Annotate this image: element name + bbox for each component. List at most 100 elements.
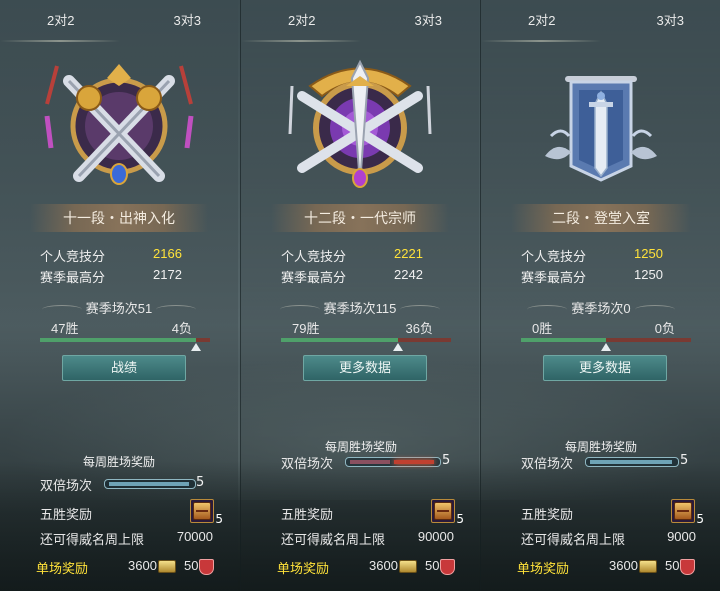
five-win-label: 五胜奖励	[281, 507, 334, 522]
best-score-value: 2242	[394, 267, 423, 282]
score-value: 2221	[394, 246, 423, 261]
double-games-glow	[394, 460, 434, 464]
season-games-label: 赛季场次115	[323, 301, 397, 316]
win-bar-fill	[40, 338, 197, 342]
rank-panel-2: 2对2 3对3 十二段・一代宗师 个人竞技分 2221 赛季最高分 2242 赛…	[240, 0, 479, 591]
rank-title: 十一段・出神入化	[30, 204, 208, 232]
ornament-right	[400, 305, 441, 314]
shield-amount: 50	[184, 558, 199, 573]
tab-3v3[interactable]: 3对3	[174, 10, 201, 29]
season-games-label: 赛季场次0	[571, 301, 631, 316]
win-loss-bar	[521, 338, 691, 342]
five-win-reward-icon[interactable]: 5	[190, 499, 223, 526]
five-win-count: 5	[456, 512, 464, 526]
five-win-row: 五胜奖励	[521, 504, 696, 524]
single-reward-shield: 50	[665, 558, 696, 575]
chest-icon	[193, 502, 211, 520]
shield-amount: 50	[425, 558, 440, 573]
more-data-button[interactable]: 更多数据	[303, 355, 427, 381]
single-reward-label: 单场奖励	[517, 561, 570, 576]
single-reward-coin: 3600	[609, 558, 657, 574]
grandmaster-sword-emblem-icon	[288, 59, 432, 188]
win-bar-fill	[521, 338, 606, 342]
mode-tabs: 2对2 3对3	[481, 0, 720, 44]
best-score-value: 1250	[634, 267, 663, 282]
five-win-label: 五胜奖励	[40, 507, 93, 522]
score-value: 2166	[153, 246, 182, 261]
single-reward-coin: 3600	[128, 558, 176, 574]
single-reward-label: 单场奖励	[277, 561, 330, 576]
five-win-reward-icon[interactable]: 5	[431, 499, 464, 526]
single-reward-coin: 3600	[369, 558, 417, 574]
season-games: 赛季场次0	[481, 298, 720, 317]
single-reward-label: 单场奖励	[36, 561, 89, 576]
more-data-button[interactable]: 更多数据	[543, 355, 667, 381]
coin-amount: 3600	[609, 558, 638, 573]
banner-sword-emblem-icon	[545, 76, 657, 182]
double-games-fill	[590, 460, 672, 464]
five-win-count: 5	[696, 512, 704, 526]
single-reward-shield: 50	[184, 558, 215, 575]
coin-icon	[157, 560, 176, 574]
rank-panel-3: 2对2 3对3 二段・登堂入室 个人竞技分 1250 赛季最高分 1250 赛季…	[480, 0, 720, 591]
wins-count: 79胜	[292, 321, 320, 336]
single-reward-shield: 50	[425, 558, 456, 575]
tab-3v3[interactable]: 3对3	[415, 10, 442, 29]
losses-count: 4负	[171, 321, 192, 336]
weekly-cap-label: 还可得威名周上限	[521, 532, 626, 547]
rank-title: 十二段・一代宗师	[271, 204, 449, 232]
win-bar-fill	[281, 338, 398, 342]
season-games-label: 赛季场次51	[85, 301, 153, 316]
weekly-cap-value: 9000	[667, 529, 696, 544]
ornament-left	[279, 305, 320, 314]
shield-icon	[440, 558, 456, 575]
ornament-left	[41, 305, 82, 314]
best-score-label: 赛季最高分	[281, 270, 347, 285]
double-games-bar	[345, 457, 441, 467]
weekly-cap-label: 还可得威名周上限	[40, 532, 145, 547]
score-value: 1250	[634, 246, 663, 261]
crossed-swords-emblem-icon	[44, 64, 194, 185]
ornament-left	[527, 305, 568, 314]
double-games-count: 5	[442, 453, 451, 468]
coin-icon	[398, 560, 417, 574]
double-games-label: 双倍场次	[281, 456, 334, 471]
double-games-count: 5	[196, 475, 205, 490]
score-label: 个人竞技分	[521, 249, 587, 264]
tab-2v2[interactable]: 2对2	[47, 10, 74, 29]
losses-count: 0负	[654, 321, 675, 336]
double-games-bar	[585, 457, 679, 467]
ornament-right	[634, 305, 675, 314]
coin-amount: 3600	[128, 558, 157, 573]
double-games-bar	[104, 479, 196, 489]
weekly-cap-row: 还可得威名周上限 90000	[281, 529, 454, 549]
tab-2v2[interactable]: 2对2	[288, 10, 315, 29]
weekly-cap-row: 还可得威名周上限 9000	[521, 529, 696, 549]
win-ratio-marker	[191, 343, 202, 351]
active-tab-indicator	[0, 40, 120, 42]
score-label: 个人竞技分	[40, 249, 106, 264]
chest-icon	[674, 502, 692, 520]
shield-amount: 50	[665, 558, 680, 573]
weekly-reward-title: 每周胜场奖励	[83, 455, 156, 469]
win-loss-bar	[281, 338, 451, 342]
season-games: 赛季场次115	[241, 298, 479, 317]
double-games-label: 双倍场次	[521, 456, 574, 471]
season-games: 赛季场次51	[0, 298, 238, 317]
tab-2v2[interactable]: 2对2	[528, 10, 555, 29]
rank-panel-1: 2对2 3对3 十一段・出神入化 个人竞技分 2166 赛季最高分 2172 赛…	[0, 0, 238, 591]
five-win-reward-icon[interactable]: 5	[671, 499, 704, 526]
coin-icon	[638, 560, 657, 574]
losses-count: 36负	[405, 321, 433, 336]
double-games-fill	[350, 460, 390, 464]
double-games-label: 双倍场次	[40, 478, 93, 493]
wins-count: 47胜	[51, 321, 79, 336]
weekly-cap-value: 70000	[176, 529, 213, 544]
tab-3v3[interactable]: 3对3	[657, 10, 684, 29]
coin-amount: 3600	[369, 558, 398, 573]
win-ratio-marker	[601, 343, 611, 351]
record-button[interactable]: 战绩	[62, 355, 186, 381]
ornament-right	[156, 305, 197, 314]
mode-tabs: 2对2 3对3	[0, 0, 238, 44]
weekly-cap-label: 还可得威名周上限	[281, 532, 386, 547]
